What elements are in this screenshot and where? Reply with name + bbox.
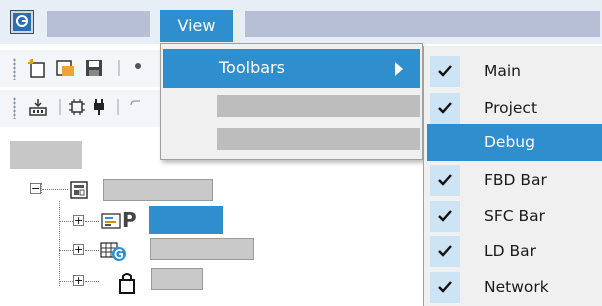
check-icon: [430, 93, 460, 124]
submenu-item-label: Main: [484, 62, 522, 80]
submenu-item-label: Network: [484, 278, 549, 296]
project-root-icon: [69, 180, 89, 200]
check-icon: [430, 236, 460, 267]
pane-header-redacted[interactable]: [10, 141, 82, 169]
connect-plug-icon[interactable]: [89, 97, 109, 117]
submenu-item-network[interactable]: Network: [427, 269, 602, 306]
title-bar-redacted: [245, 11, 600, 37]
app-logo-icon[interactable]: [10, 10, 34, 34]
tree-line: [42, 189, 68, 190]
open-file-icon[interactable]: [55, 58, 75, 78]
menu-item-redacted[interactable]: [47, 11, 150, 37]
submenu-item-sfc-bar[interactable]: SFC Bar: [427, 198, 602, 235]
tree-expand-toggle[interactable]: +: [73, 275, 84, 286]
check-icon: [430, 272, 460, 303]
submenu-item-label: Debug: [484, 133, 535, 151]
separator-icon: [110, 97, 130, 117]
save-icon[interactable]: [84, 58, 104, 78]
menu-view[interactable]: View: [160, 10, 233, 42]
menu-item-toolbars[interactable]: Toolbars: [163, 49, 420, 88]
submenu-arrow-icon: [395, 62, 403, 76]
menu-item-redacted[interactable]: [217, 95, 420, 117]
menu-item-toolbars-label: Toolbars: [219, 58, 285, 77]
tree-expand-toggle[interactable]: +: [73, 244, 84, 255]
submenu-item-label: FBD Bar: [484, 171, 547, 189]
download-icon[interactable]: [28, 97, 48, 117]
new-file-icon[interactable]: [27, 58, 47, 78]
submenu-item-ld-bar[interactable]: LD Bar: [427, 233, 602, 270]
tree-collapse-toggle[interactable]: −: [30, 183, 41, 194]
tree-line: [59, 250, 73, 251]
tree-line: [41, 183, 42, 193]
global-vars-icon: [100, 240, 128, 262]
network-config-icon[interactable]: [67, 97, 87, 117]
submenu-item-project[interactable]: Project: [427, 90, 602, 127]
toolbar-cut-icon[interactable]: [128, 58, 148, 78]
toolbar-redo-icon[interactable]: [128, 97, 148, 117]
tree-line: [59, 281, 73, 282]
program-icon: [101, 211, 121, 231]
library-bag-icon: [117, 272, 137, 294]
tree-node-label-redacted[interactable]: [103, 179, 213, 201]
check-icon: [430, 201, 460, 232]
tree-line: [59, 201, 60, 286]
tree-node-selected-redacted[interactable]: [149, 206, 223, 234]
view-dropdown-menu: Toolbars: [160, 43, 423, 160]
check-icon: [430, 56, 460, 87]
submenu-item-debug[interactable]: Debug: [427, 124, 602, 161]
submenu-item-label: SFC Bar: [484, 207, 546, 225]
submenu-item-fbd-bar[interactable]: FBD Bar: [427, 162, 602, 199]
tree-node-label-redacted[interactable]: [151, 268, 203, 290]
submenu-item-label: Project: [484, 99, 538, 117]
tree-line: [85, 250, 99, 251]
tree-line: [85, 221, 99, 222]
tree-node-label-redacted[interactable]: [150, 238, 254, 260]
menu-item-redacted[interactable]: [217, 128, 420, 150]
submenu-item-main[interactable]: Main: [427, 53, 602, 90]
tree-line: [85, 281, 99, 282]
submenu-item-label: LD Bar: [484, 242, 537, 260]
tree-expand-toggle[interactable]: +: [73, 215, 84, 226]
toolbar-grip[interactable]: [13, 97, 16, 119]
program-type-letter: P: [122, 208, 137, 232]
check-icon: [430, 165, 460, 196]
tree-line: [59, 221, 73, 222]
toolbar-grip[interactable]: [13, 58, 16, 80]
toolbars-submenu: Main Project Debug FBD Bar SFC Bar LD Ba…: [423, 46, 602, 306]
